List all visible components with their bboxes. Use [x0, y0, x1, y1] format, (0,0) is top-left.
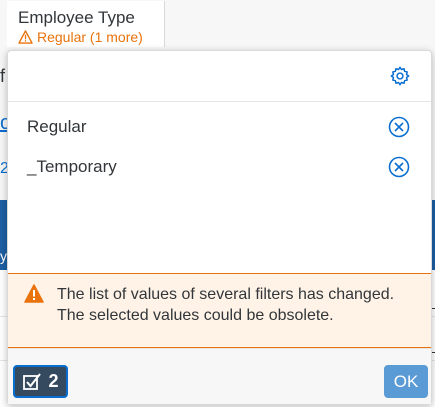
- popover-footer: 2 OK: [8, 348, 431, 404]
- filter-title: Employee Type: [18, 8, 135, 27]
- filter-selection-summary: Regular (1 more): [18, 29, 143, 45]
- ok-button[interactable]: OK: [384, 365, 428, 398]
- warning-icon: [18, 30, 33, 44]
- selected-items-button[interactable]: 2: [13, 365, 68, 398]
- list-item: Regular: [8, 107, 431, 147]
- warning-message-text: The list of values of several filters ha…: [57, 286, 395, 324]
- list-item: _Temporary: [8, 147, 431, 187]
- gear-icon: [390, 66, 410, 86]
- value-label: _Temporary: [27, 157, 117, 176]
- value-label: Regular: [27, 117, 87, 136]
- background-band-text: y: [0, 248, 7, 264]
- settings-button[interactable]: [389, 65, 411, 87]
- warning-icon: [24, 284, 44, 303]
- employee-type-filter[interactable]: Employee Type Regular (1 more): [7, 1, 165, 47]
- background-text-fragment: f: [0, 66, 6, 86]
- remove-circle-icon[interactable]: [388, 156, 410, 178]
- filter-summary-text: Regular (1 more): [37, 29, 143, 45]
- checkbox-icon: [23, 372, 42, 390]
- selected-count: 2: [48, 371, 59, 391]
- filter-values-popover: Regular _Temporary The list of values of…: [7, 50, 432, 405]
- warning-message-strip: The list of values of several filters ha…: [8, 273, 431, 348]
- selected-values-list: Regular _Temporary: [8, 107, 431, 187]
- popover-toolbar: [8, 51, 431, 102]
- remove-circle-icon[interactable]: [388, 116, 410, 138]
